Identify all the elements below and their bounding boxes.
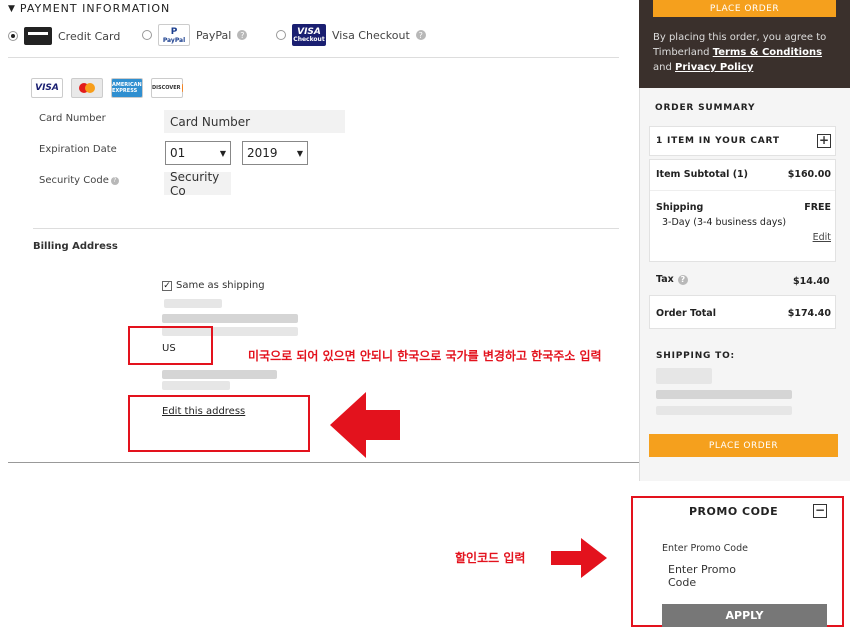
promo-code-title: PROMO CODE: [689, 505, 779, 518]
privacy-link[interactable]: Privacy Policy: [675, 62, 753, 73]
amex-card-icon: AMERICAN EXPRESS: [111, 78, 143, 98]
shipping-to-title: SHIPPING TO:: [656, 351, 735, 361]
blurred-address-line: [162, 370, 277, 379]
tax-value: $14.40: [793, 276, 830, 287]
expiration-month-select[interactable]: 01 ▼: [165, 141, 231, 165]
paypal-logo-text: PayPal: [162, 36, 186, 44]
payment-method-credit-card[interactable]: Credit Card: [8, 27, 120, 45]
subtotal-value: $160.00: [787, 169, 831, 180]
collapse-promo-button[interactable]: −: [813, 504, 827, 518]
edit-shipping-link[interactable]: Edit: [813, 232, 831, 243]
cart-items-card[interactable]: 1 ITEM IN YOUR CART +: [649, 126, 836, 156]
annotation-edit-box: [128, 395, 310, 452]
order-total-label: Order Total: [656, 308, 716, 319]
accepted-cards: VISA AMERICAN EXPRESS DISCOVER: [31, 78, 183, 98]
order-total-card: Order Total $174.40: [649, 295, 836, 329]
annotation-address-note: 미국으로 되어 있으면 안되니 한국으로 국가를 변경하고 한국주소 입력: [248, 349, 602, 363]
shipping-value: FREE: [804, 202, 831, 213]
security-code-label-group: Security Code ?: [39, 175, 119, 186]
visa-logo-bottom: Checkout: [293, 35, 325, 43]
collapse-triangle-icon: ▼: [8, 3, 16, 14]
help-icon[interactable]: ?: [110, 176, 119, 185]
payment-header-title: PAYMENT INFORMATION: [19, 2, 171, 15]
help-icon[interactable]: ?: [237, 30, 248, 40]
edit-address-link[interactable]: Edit this address: [162, 406, 245, 417]
tax-row: Tax ?: [656, 274, 688, 285]
tax-label: Tax: [656, 274, 674, 285]
same-as-shipping-option[interactable]: ✓ Same as shipping: [162, 280, 265, 291]
subtotal-label: Item Subtotal (1): [656, 169, 749, 180]
annotation-right-arrow-icon: [551, 538, 607, 578]
terms-link[interactable]: Terms & Conditions: [713, 47, 822, 58]
order-total-value: $174.40: [787, 308, 831, 319]
paypal-logo-icon: P PayPal: [158, 24, 190, 46]
expiration-month-value: 01: [170, 146, 186, 160]
help-icon[interactable]: ?: [677, 274, 688, 285]
divider: [33, 228, 619, 229]
promo-code-panel: PROMO CODE − Enter Promo Code Enter Prom…: [631, 496, 844, 627]
place-order-button[interactable]: PLACE ORDER: [649, 434, 838, 457]
divider: [8, 462, 639, 463]
credit-card-icon: [24, 27, 52, 45]
blurred-address-line: [656, 406, 792, 415]
blurred-shipping-name: [656, 368, 712, 384]
security-code-input[interactable]: Security Co: [164, 170, 231, 198]
chevron-down-icon: ▼: [219, 148, 226, 158]
mastercard-card-icon: [71, 78, 103, 98]
expand-cart-button[interactable]: +: [817, 134, 831, 148]
credit-card-label: Credit Card: [58, 29, 121, 43]
card-number-input[interactable]: Card Number: [164, 110, 345, 133]
annotation-promo-note: 할인코드 입력: [455, 551, 526, 565]
blurred-address-line: [656, 390, 792, 399]
same-as-shipping-label: Same as shipping: [176, 280, 265, 291]
order-summary-title: ORDER SUMMARY: [655, 103, 756, 113]
visa-card-icon: VISA: [31, 78, 63, 98]
payment-method-visa-checkout[interactable]: VISA Checkout Visa Checkout ?: [276, 24, 426, 46]
shipping-method: 3-Day (3-4 business days): [662, 217, 787, 228]
expiration-year-select[interactable]: 2019 ▼: [242, 141, 308, 165]
visa-checkout-logo-icon: VISA Checkout: [292, 24, 326, 46]
blurred-address-line: [162, 381, 230, 390]
visa-checkout-label: Visa Checkout: [332, 28, 410, 42]
expiration-date-label: Expiration Date: [39, 144, 117, 155]
annotation-country-box: [128, 326, 213, 365]
payment-method-paypal[interactable]: P PayPal PayPal ?: [142, 24, 248, 46]
cost-breakdown-card: Item Subtotal (1) $160.00 Shipping FREE …: [649, 159, 836, 262]
divider: [650, 190, 835, 191]
security-code-label: Security Code: [39, 175, 109, 186]
chevron-down-icon: ▼: [296, 148, 303, 158]
expiration-year-value: 2019: [247, 146, 278, 160]
credit-card-radio[interactable]: [8, 31, 18, 41]
discover-card-icon: DISCOVER: [151, 78, 183, 98]
promo-code-label: Enter Promo Code: [662, 543, 748, 554]
annotation-left-arrow-icon: [330, 392, 400, 458]
divider: [8, 57, 619, 58]
paypal-radio[interactable]: [142, 30, 152, 40]
blurred-address-line: [162, 314, 298, 323]
cart-count-label: 1 ITEM IN YOUR CART: [656, 136, 780, 146]
shipping-label: Shipping: [656, 202, 704, 213]
card-number-label: Card Number: [39, 113, 106, 124]
payment-section-header[interactable]: ▼ PAYMENT INFORMATION: [8, 2, 170, 15]
help-icon[interactable]: ?: [415, 30, 426, 40]
paypal-label: PayPal: [196, 28, 232, 42]
blurred-address-line: [164, 299, 222, 308]
billing-address-title: Billing Address: [33, 241, 118, 252]
place-order-button-top[interactable]: PLACE ORDER: [653, 0, 836, 17]
agreement-text: By placing this order, you agree to Timb…: [653, 30, 843, 75]
apply-promo-button[interactable]: APPLY: [662, 604, 827, 627]
promo-code-input[interactable]: Enter Promo Code: [662, 563, 761, 589]
agreement-and: and: [653, 62, 675, 73]
visa-checkout-radio[interactable]: [276, 30, 286, 40]
same-as-shipping-checkbox[interactable]: ✓: [162, 280, 172, 291]
